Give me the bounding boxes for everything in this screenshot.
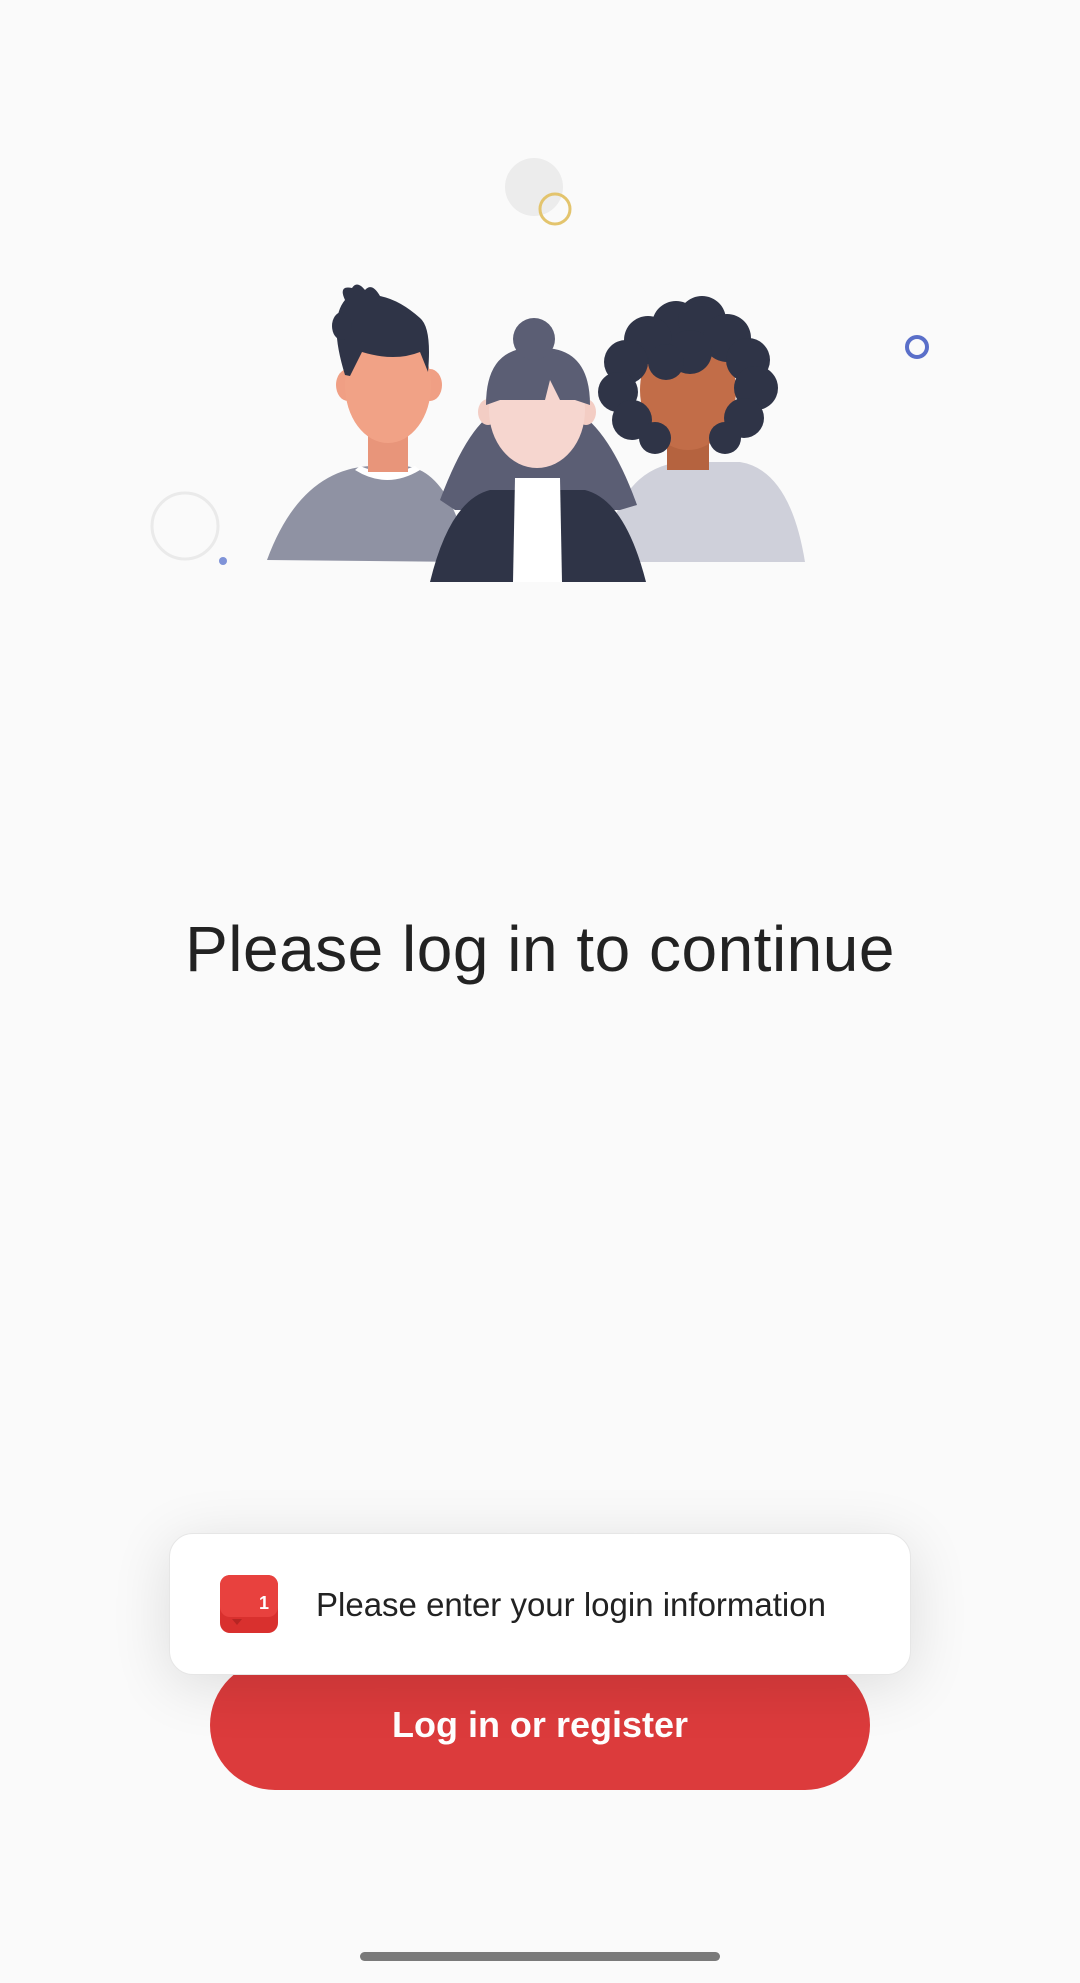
people-illustration: [150, 158, 929, 582]
deco-ring-gray: [150, 491, 220, 561]
person-right: [598, 296, 805, 562]
page-title: Please log in to continue: [185, 913, 895, 985]
deco-dot-blue: [219, 557, 227, 565]
login-register-button[interactable]: Log in or register: [210, 1660, 870, 1790]
person-left: [267, 284, 470, 562]
toast-badge-count: 1: [259, 1593, 269, 1613]
deco-ring-blue: [905, 335, 929, 359]
notification-badge-icon: 1: [220, 1575, 278, 1633]
login-screen: Please log in to continue Log in or regi…: [0, 0, 1080, 1983]
toast-notification: 1 Please enter your login information: [169, 1533, 911, 1675]
toast-message: Please enter your login information: [316, 1586, 826, 1623]
deco-circle-gray: [505, 158, 563, 216]
home-indicator[interactable]: [360, 1952, 720, 1961]
